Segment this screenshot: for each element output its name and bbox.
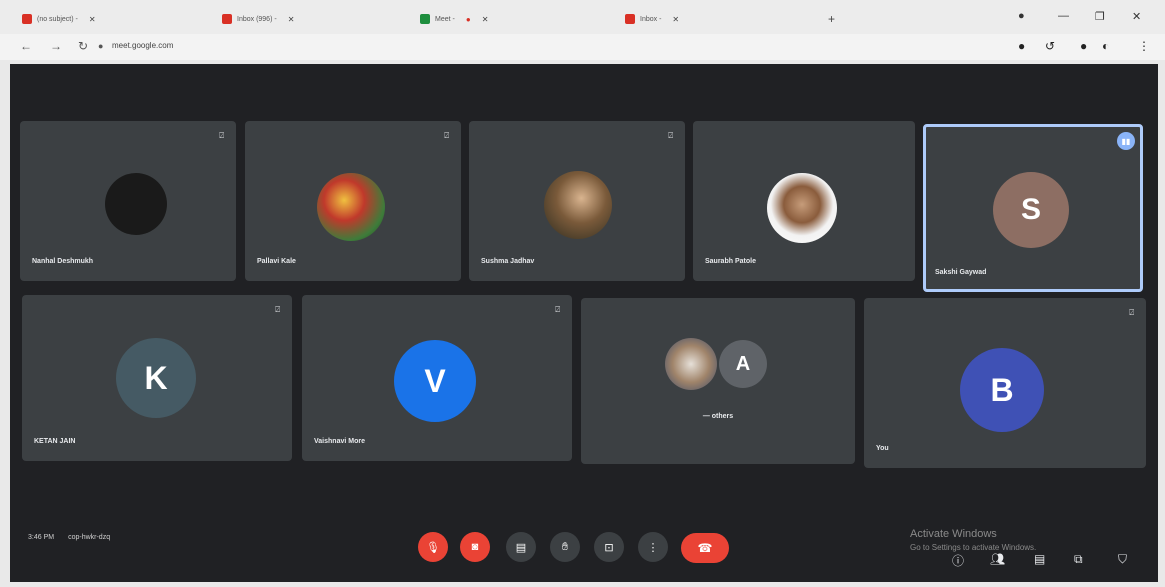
others-count-label: — others [702,413,734,420]
avatar [665,338,717,390]
participant-tile-others[interactable]: A — others [581,298,855,464]
participant-name: You [876,445,889,452]
chat-icon: ▤ [1034,552,1046,566]
participant-name: KETAN JAIN [34,438,76,445]
extension-icon[interactable]: ● [1018,39,1025,53]
mic-toggle-button[interactable]: 🎙︎ [418,532,448,562]
avatar [105,173,167,235]
info-button[interactable]: ⓘ [952,552,964,569]
recording-dot-icon: ● [465,14,471,24]
lock-icon: ● [98,41,104,51]
meet-stage: ⍁ Nanhal Deshmukh ⍁ Pallavi Kale ⍁ Sushm… [10,64,1158,582]
url-field[interactable]: meet.google.com [112,41,173,50]
mic-off-icon: ⍁ [275,305,280,314]
back-icon[interactable]: ← [20,39,32,53]
present-button[interactable]: ⊡ [594,532,624,562]
captions-button[interactable]: ▤ [506,532,536,562]
participant-tile[interactable]: ⍁ V Vaishnavi More [302,295,572,461]
address-bar: ← → ↻ ● meet.google.com ● ↺ ● ◐ ⋮ [0,34,1165,60]
gmail-icon [222,14,232,24]
browser-tab-2[interactable]: Inbox (996) - ✕ [222,10,294,28]
mic-off-icon: ⍁ [668,131,673,140]
profile-icon[interactable]: ● [1018,10,1025,22]
participant-name: Saurabh Patole [705,258,756,265]
forward-icon[interactable]: → [50,39,62,53]
activities-icon: ⧉ [1074,552,1083,566]
maximize-button[interactable]: ❐ [1095,10,1105,23]
close-window-button[interactable]: ✕ [1132,10,1141,23]
avatar: S [993,172,1069,248]
participant-tile-active-speaker[interactable]: ▮▮ S Sakshi Gaywad [923,124,1143,292]
camera-off-icon: ◙ [471,541,479,553]
avatar [767,173,837,243]
chat-button[interactable]: ▤ [1034,552,1045,566]
participant-name: Sushma Jadhav [481,258,535,265]
participant-tile[interactable]: ⍁ K KETAN JAIN [22,295,292,461]
new-tab-button[interactable]: + [828,12,835,26]
leave-call-button[interactable]: ☎︎ [681,533,729,563]
activities-button[interactable]: ⧉ [1074,552,1083,567]
participant-name: Vaishnavi More [314,438,365,445]
shield-icon: ⛉ [1118,552,1128,566]
browser-tab-3[interactable]: Meet - ● ✕ [420,10,488,28]
more-options-button[interactable]: ⋮ [638,532,668,562]
browser-tab-1[interactable]: (no subject) - ✕ [22,10,96,28]
mic-off-icon: ⍁ [1129,308,1134,317]
people-icon: 👥︎ [990,552,1006,566]
participant-name: Nanhal Deshmukh [32,258,94,265]
close-icon[interactable]: ✕ [288,15,295,24]
participant-tile-self[interactable]: ⍁ B You [864,298,1146,468]
avatar[interactable]: ◐ [1102,39,1109,53]
avatar: K [116,338,196,418]
meeting-info: 3:46 PM cop-hwkr-dzq [28,534,110,541]
more-icon: ⋮ [647,541,659,554]
extension-icon[interactable]: ↺ [1045,39,1055,53]
hang-up-icon: ☎︎ [697,541,713,555]
avatar [317,173,385,241]
close-icon[interactable]: ✕ [89,15,96,24]
reload-icon[interactable]: ↻ [78,39,88,53]
camera-toggle-button[interactable]: ◙ [460,532,490,562]
avatar: B [960,348,1044,432]
raise-hand-button[interactable]: ✋︎ [550,532,580,562]
present-icon: ⊡ [604,541,614,554]
mic-off-icon: 🎙︎ [426,541,440,554]
close-icon[interactable]: ✕ [672,15,679,24]
browser-tab-bar: (no subject) - ✕ Inbox (996) - ✕ Meet - … [0,0,1165,34]
avatar: V [394,340,476,422]
gmail-icon [625,14,635,24]
mic-off-icon: ⍁ [219,131,224,140]
activate-windows-watermark: Activate Windows Go to Settings to activ… [910,528,1037,552]
participant-tile[interactable]: ⍁ Nanhal Deshmukh [20,121,236,281]
extension-icon[interactable]: ● [1080,39,1087,53]
meeting-code[interactable]: cop-hwkr-dzq [68,534,110,541]
avatar: A [719,340,767,388]
browser-tab-4[interactable]: Inbox - ✕ [625,10,679,28]
participant-name: Pallavi Kale [257,258,296,265]
participant-tile[interactable]: ⍁ Pallavi Kale [245,121,461,281]
minimize-button[interactable]: — [1058,10,1069,22]
participant-tile[interactable]: Saurabh Patole [693,121,915,281]
people-button[interactable]: 👥︎ [990,552,1005,566]
meeting-time: 3:46 PM [28,534,55,541]
meet-icon [420,14,430,24]
participant-name: Sakshi Gaywad [935,269,987,276]
avatar [544,171,612,239]
captions-icon: ▤ [515,541,527,554]
more-icon[interactable]: ⋮ [1138,39,1150,53]
info-icon: ⓘ [952,554,965,568]
hand-icon: ✋︎ [561,540,569,553]
participant-tile[interactable]: ⍁ Sushma Jadhav [469,121,685,281]
gmail-icon [22,14,32,24]
close-icon[interactable]: ✕ [482,15,489,24]
speaking-indicator-icon: ▮▮ [1117,132,1135,150]
mic-off-icon: ⍁ [444,131,449,140]
mic-off-icon: ⍁ [555,305,560,314]
host-controls-button[interactable]: ⛉ [1118,552,1127,567]
